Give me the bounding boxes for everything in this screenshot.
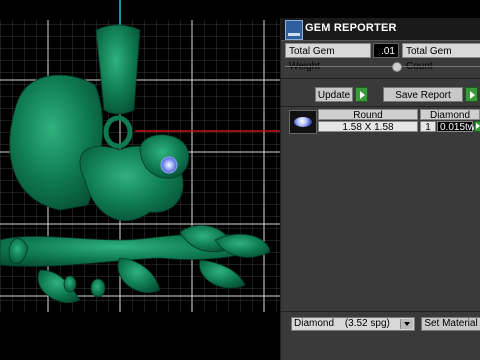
gem-material-header: Diamond — [420, 109, 480, 121]
totals-row: Total Gem Weight .01 Total Gem Count — [285, 43, 480, 72]
gem-weight: 0.015tw — [437, 121, 475, 133]
set-material-button[interactable]: Set Material — [421, 317, 480, 331]
material-select[interactable]: Diamond (3.52 spg) — [291, 317, 415, 331]
total-gem-weight-value: .01 — [373, 43, 399, 58]
gem-shape-header: Round — [318, 109, 418, 121]
gem-reporter-app-icon — [285, 20, 303, 40]
slider-track — [285, 66, 480, 67]
gem-reporter-panel: GEM REPORTER Total Gem Weight .01 Total … — [280, 18, 480, 360]
material-sg: (3.52 spg) — [344, 318, 390, 329]
save-report-button[interactable]: Save Report — [383, 87, 463, 102]
total-gem-weight-label: Total Gem Weight — [285, 43, 371, 72]
panel-titlebar: GEM REPORTER — [281, 18, 480, 41]
report-slider[interactable] — [285, 62, 480, 72]
acorn — [63, 275, 77, 293]
divider — [281, 106, 480, 107]
gem-count: 1 — [420, 121, 436, 133]
gem-size: 1.58 X 1.58 — [318, 121, 418, 133]
update-play-icon[interactable] — [355, 87, 368, 102]
panel-title: GEM REPORTER — [305, 22, 397, 34]
round-diamond-icon — [289, 110, 317, 134]
acorn — [90, 278, 106, 298]
divider — [281, 311, 480, 312]
chevron-down-icon[interactable] — [400, 319, 413, 329]
slider-knob[interactable] — [392, 62, 402, 72]
gem-list-row[interactable]: Round Diamond 1.58 X 1.58 1 0.015tw — [287, 109, 480, 134]
diamond-gem[interactable] — [160, 156, 178, 174]
update-button[interactable]: Update — [315, 87, 353, 102]
material-select-value: Diamond — [294, 318, 335, 329]
save-report-play-icon[interactable] — [465, 87, 478, 102]
gem-row-play-icon[interactable] — [474, 121, 480, 132]
total-gem-count-label: Total Gem Count — [402, 43, 480, 72]
divider — [281, 78, 480, 79]
